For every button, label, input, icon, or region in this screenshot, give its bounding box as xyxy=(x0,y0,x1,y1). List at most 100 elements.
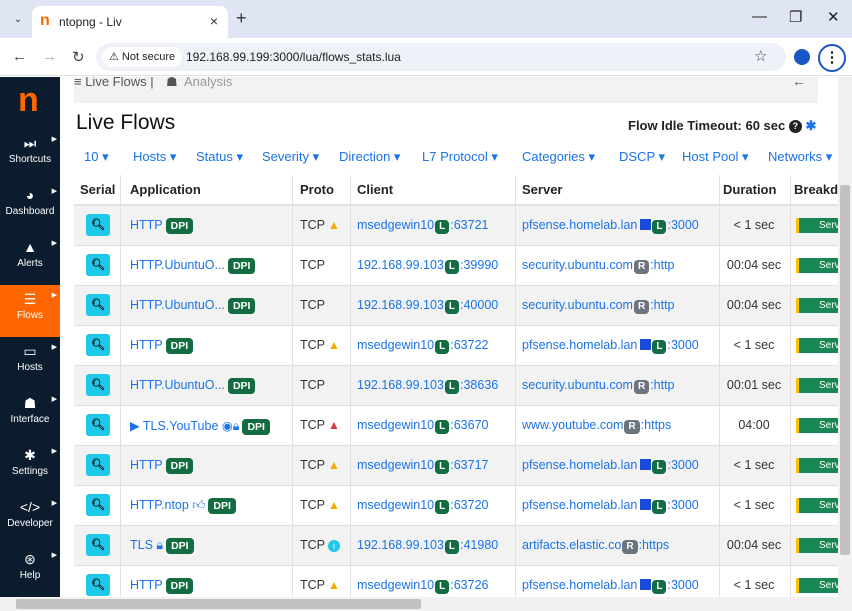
table-row[interactable]: 🔍︎ HTTP.UbuntuO... DPI TCP 192.168.99.103 L:3… xyxy=(74,366,838,406)
application-name[interactable]: HTTP xyxy=(130,338,163,352)
tab-search-chevron-icon[interactable]: ⌄ xyxy=(9,11,27,29)
server-host[interactable]: www.youtube.com xyxy=(522,418,623,432)
column-header-serial[interactable]: Serial xyxy=(80,182,115,197)
server-port[interactable]: :3000 xyxy=(667,498,698,512)
application-name[interactable]: HTTP.UbuntuO... xyxy=(130,298,225,312)
horizontal-scroll-thumb[interactable] xyxy=(16,599,421,609)
warning-icon[interactable]: ▲ xyxy=(328,498,340,512)
client-cell[interactable]: msedgewin10 L:63722 xyxy=(357,338,488,354)
filter-hosts[interactable]: Hosts ▾ xyxy=(133,149,176,165)
browser-tab[interactable]: n ntopng - Liv × xyxy=(32,6,228,38)
sidebar-item-shortcuts[interactable]: ⏭ Shortcuts ▶ xyxy=(0,129,60,181)
filter-status[interactable]: Status ▾ xyxy=(196,149,243,165)
sidebar-item-flows[interactable]: ☰ Flows ▶ xyxy=(0,285,60,337)
server-cell[interactable]: artifacts.elastic.co R:https xyxy=(522,538,669,554)
magnify-button[interactable]: 🔍︎ xyxy=(86,414,110,436)
application-name[interactable]: HTTP.UbuntuO... xyxy=(130,378,225,392)
restore-button[interactable]: ❐ xyxy=(789,8,802,26)
live-flows-nav[interactable]: ≡ Live Flows | xyxy=(74,77,154,89)
server-port[interactable]: :3000 xyxy=(667,578,698,592)
sidebar-item-hosts[interactable]: ▭ Hosts ▶ xyxy=(0,337,60,389)
table-row[interactable]: 🔍︎ HTTP.UbuntuO... DPI TCP 192.168.99.103 L:3… xyxy=(74,246,838,286)
filter-categories[interactable]: Categories ▾ xyxy=(522,149,595,165)
filter-l7-protocol[interactable]: L7 Protocol ▾ xyxy=(422,149,498,165)
help-icon[interactable]: ? xyxy=(788,120,802,133)
magnify-button[interactable]: 🔍︎ xyxy=(86,374,110,396)
table-row[interactable]: 🔍︎ HTTP.UbuntuO... DPI TCP 192.168.99.103 L:4… xyxy=(74,286,838,326)
server-cell[interactable]: security.ubuntu.com R:http xyxy=(522,378,675,394)
server-cell[interactable]: pfsense.homelab.lan L:3000 xyxy=(522,338,699,354)
server-host[interactable]: pfsense.homelab.lan xyxy=(522,458,637,472)
server-host[interactable]: security.ubuntu.com xyxy=(522,378,633,392)
gear-icon[interactable]: ✱ xyxy=(806,118,817,133)
application-name[interactable]: HTTP.UbuntuO... xyxy=(130,258,225,272)
client-host[interactable]: 192.168.99.103 xyxy=(357,258,444,272)
danger-icon[interactable]: ▲ xyxy=(328,418,340,432)
client-port[interactable]: :63720 xyxy=(450,498,488,512)
server-host[interactable]: pfsense.homelab.lan xyxy=(522,498,637,512)
application-name[interactable]: TLS.YouTube xyxy=(143,419,219,433)
table-row[interactable]: 🔍︎ HTTP.ntop 👍︎ DPI TCP ▲ msedgewin10 L:63720 p… xyxy=(74,486,838,526)
horizontal-scrollbar[interactable] xyxy=(0,597,852,611)
server-cell[interactable]: www.youtube.com R:https xyxy=(522,418,671,434)
application-name[interactable]: HTTP.ntop xyxy=(130,498,189,512)
application-name[interactable]: HTTP xyxy=(130,458,163,472)
client-host[interactable]: msedgewin10 xyxy=(357,218,434,232)
server-host[interactable]: artifacts.elastic.co xyxy=(522,538,621,552)
client-host[interactable]: msedgewin10 xyxy=(357,578,434,592)
server-cell[interactable]: pfsense.homelab.lan L:3000 xyxy=(522,218,699,234)
server-port[interactable]: :https xyxy=(641,418,672,432)
client-port[interactable]: :63726 xyxy=(450,578,488,592)
client-port[interactable]: :63717 xyxy=(450,458,488,472)
client-port[interactable]: :63722 xyxy=(450,338,488,352)
client-port[interactable]: :40000 xyxy=(460,298,498,312)
server-port[interactable]: :http xyxy=(650,378,674,392)
server-cell[interactable]: pfsense.homelab.lan L:3000 xyxy=(522,578,699,594)
application-cell[interactable]: HTTP.UbuntuO... DPI xyxy=(130,378,256,394)
magnify-button[interactable]: 🔍︎ xyxy=(86,334,110,356)
client-host[interactable]: 192.168.99.103 xyxy=(357,538,444,552)
server-cell[interactable]: pfsense.homelab.lan L:3000 xyxy=(522,458,699,474)
application-name[interactable]: HTTP xyxy=(130,578,163,592)
url-text[interactable]: 192.168.99.199:3000/lua/flows_stats.lua xyxy=(186,50,401,64)
client-port[interactable]: :41980 xyxy=(460,538,498,552)
client-port[interactable]: :63670 xyxy=(450,418,488,432)
omnibox[interactable]: ⚠ Not secure 192.168.99.199:3000/lua/flo… xyxy=(96,43,786,71)
server-port[interactable]: :http xyxy=(650,258,674,272)
client-port[interactable]: :38636 xyxy=(460,378,498,392)
filter-host-pool[interactable]: Host Pool ▾ xyxy=(682,149,749,165)
vertical-scroll-thumb[interactable] xyxy=(840,185,850,555)
minimize-button[interactable]: — xyxy=(752,8,767,25)
server-port[interactable]: :https xyxy=(639,538,670,552)
sidebar-item-alerts[interactable]: ▲ Alerts ▶ xyxy=(0,233,60,285)
filter-10[interactable]: 10 ▾ xyxy=(84,149,109,165)
magnify-button[interactable]: 🔍︎ xyxy=(86,254,110,276)
column-header-client[interactable]: Client xyxy=(357,182,393,197)
application-cell[interactable]: HTTP DPI xyxy=(130,458,194,474)
application-cell[interactable]: HTTP DPI xyxy=(130,338,194,354)
bookmark-star-icon[interactable]: ☆ xyxy=(754,47,767,65)
client-host[interactable]: 192.168.99.103 xyxy=(357,298,444,312)
client-port[interactable]: :39990 xyxy=(460,258,498,272)
column-header-breakd[interactable]: Breakd xyxy=(794,182,838,197)
filter-severity[interactable]: Severity ▾ xyxy=(262,149,319,165)
info-icon[interactable]: i xyxy=(328,540,340,552)
tab-close-icon[interactable]: × xyxy=(210,13,218,29)
filter-direction[interactable]: Direction ▾ xyxy=(339,149,400,165)
server-port[interactable]: :3000 xyxy=(667,458,698,472)
forward-icon[interactable]: → xyxy=(42,48,57,65)
client-host[interactable]: msedgewin10 xyxy=(357,458,434,472)
application-cell[interactable]: HTTP.UbuntuO... DPI xyxy=(130,258,256,274)
table-row[interactable]: 🔍︎ HTTP DPI TCP ▲ msedgewin10 L:63726 pfsense.h… xyxy=(74,566,838,597)
profile-avatar[interactable] xyxy=(794,49,810,65)
column-header-proto[interactable]: Proto xyxy=(300,182,334,197)
server-port[interactable]: :3000 xyxy=(667,218,698,232)
table-row[interactable]: 🔍︎ ▶ TLS.YouTube ◉🔒︎ DPI TCP ▲ msedgewin10 L:6… xyxy=(74,406,838,446)
sidebar-item-dashboard[interactable]: ◕ Dashboard ▶ xyxy=(0,181,60,233)
table-row[interactable]: 🔍︎ HTTP DPI TCP ▲ msedgewin10 L:63722 pfsense.h… xyxy=(74,326,838,366)
magnify-button[interactable]: 🔍︎ xyxy=(86,534,110,556)
client-host[interactable]: 192.168.99.103 xyxy=(357,378,444,392)
client-cell[interactable]: msedgewin10 L:63726 xyxy=(357,578,488,594)
analysis-nav[interactable]: Analysis xyxy=(184,77,232,89)
server-host[interactable]: pfsense.homelab.lan xyxy=(522,338,637,352)
